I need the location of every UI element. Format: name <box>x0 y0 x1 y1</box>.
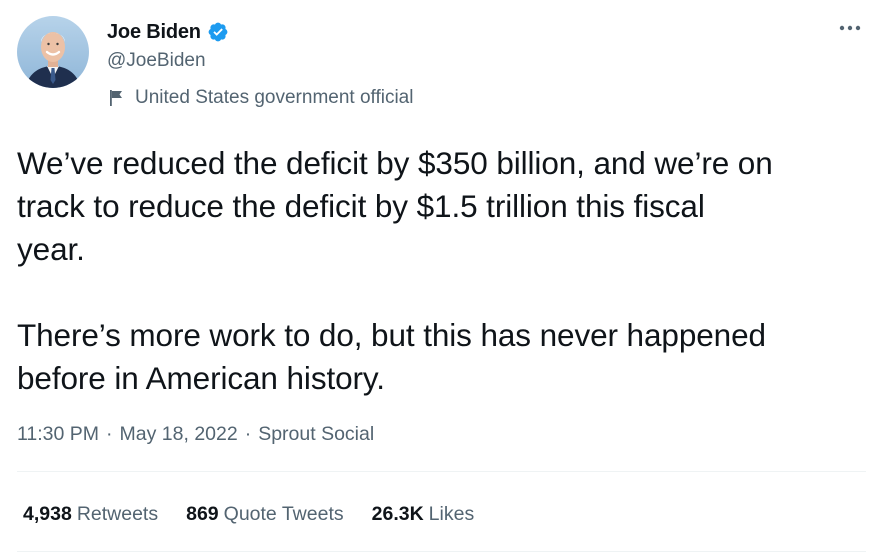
flag-icon <box>108 89 126 107</box>
more-icon <box>839 25 861 31</box>
retweets-label: Retweets <box>76 502 159 525</box>
avatar[interactable] <box>17 16 89 88</box>
likes-label: Likes <box>428 502 475 525</box>
avatar-image <box>17 16 89 88</box>
retweets-stat[interactable]: 4,938 Retweets <box>23 503 158 526</box>
display-name[interactable]: Joe Biden <box>107 21 201 44</box>
quote-tweets-label: Quote Tweets <box>223 502 344 525</box>
separator: · <box>106 422 113 445</box>
separator: · <box>244 422 252 445</box>
author-name-row: Joe Biden <box>107 19 229 45</box>
tweet-date[interactable]: May 18, 2022 <box>120 423 238 446</box>
quote-tweets-stat[interactable]: 869 Quote Tweets <box>186 503 344 526</box>
tweet-source[interactable]: Sprout Social <box>258 423 374 446</box>
quote-tweets-count: 869 <box>186 502 219 525</box>
government-label: United States government official <box>108 86 413 110</box>
divider <box>17 551 866 552</box>
retweets-count: 4,938 <box>23 502 72 525</box>
divider <box>17 471 866 472</box>
tweet-time[interactable]: 11:30 PM <box>17 423 99 446</box>
engagement-stats: 4,938 Retweets 869 Quote Tweets 26.3K Li… <box>23 500 502 528</box>
tweet-metadata: 11:30 PM · May 18, 2022 · Sprout Social <box>17 420 374 448</box>
more-options-button[interactable] <box>834 16 866 40</box>
verified-badge-icon[interactable] <box>207 21 229 43</box>
likes-stat[interactable]: 26.3K Likes <box>372 503 475 526</box>
tweet-card: Joe Biden @JoeBiden United States govern… <box>0 0 882 559</box>
author-handle[interactable]: @JoeBiden <box>107 50 206 72</box>
government-label-text: United States government official <box>135 87 414 108</box>
tweet-text: We’ve reduced the deficit by $350 billio… <box>17 145 773 396</box>
likes-count: 26.3K <box>371 502 424 525</box>
